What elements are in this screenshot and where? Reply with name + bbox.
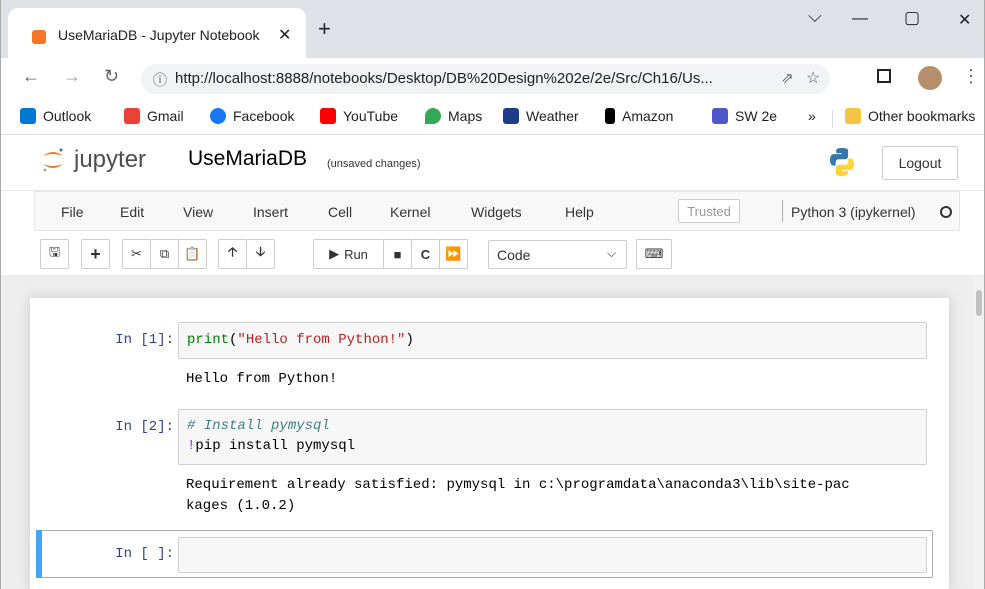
menu-dots-icon[interactable]: ⋮ xyxy=(962,66,980,87)
side-panel-icon[interactable] xyxy=(877,69,891,83)
cell-type-select[interactable]: Code ⌵ xyxy=(488,240,627,269)
save-icon: 🖫 xyxy=(48,244,61,259)
bookmarks-divider xyxy=(832,110,833,128)
jupyter-logo-icon[interactable] xyxy=(40,145,66,175)
logout-button[interactable]: Logout xyxy=(882,146,958,180)
reload-icon[interactable]: ↻ xyxy=(104,66,119,87)
bookmark-gmail[interactable]: Gmail xyxy=(124,108,184,124)
bookmark-youtube[interactable]: YouTube xyxy=(320,108,398,124)
bookmark-other[interactable]: Other bookmarks xyxy=(845,108,975,124)
browser-tab[interactable]: UseMariaDB - Jupyter Notebook ✕ xyxy=(8,8,306,58)
cut-button[interactable]: ✂ xyxy=(122,239,151,269)
stop-icon: ■ xyxy=(393,246,402,262)
kernel-name[interactable]: Python 3 (ipykernel) xyxy=(791,204,916,220)
move-up-button[interactable]: 🡡 xyxy=(218,239,247,269)
outlook-icon xyxy=(20,108,36,124)
notebook-name[interactable]: UseMariaDB xyxy=(188,147,307,171)
code-input-empty[interactable] xyxy=(178,537,927,573)
close-window-button[interactable]: ✕ xyxy=(958,10,971,30)
menu-kernel[interactable]: Kernel xyxy=(390,204,430,220)
menu-cell[interactable]: Cell xyxy=(328,204,352,220)
back-icon[interactable]: ← xyxy=(22,66,40,87)
bookmark-outlook[interactable]: Outlook xyxy=(20,108,91,124)
fast-forward-icon: ⏩ xyxy=(445,246,462,261)
bookmark-weather[interactable]: Weather xyxy=(503,108,579,124)
forward-icon[interactable]: → xyxy=(63,66,81,87)
menu-view[interactable]: View xyxy=(183,204,213,220)
jupyter-favicon-icon xyxy=(32,30,46,44)
menu-file[interactable]: File xyxy=(61,204,84,220)
bookmark-facebook[interactable]: Facebook xyxy=(210,108,294,124)
cell-prompt: In [ ]: xyxy=(115,546,174,562)
facebook-icon xyxy=(210,108,226,124)
url-text[interactable]: http://localhost:8888/notebooks/Desktop/… xyxy=(175,70,713,87)
cell-output: Hello from Python! xyxy=(186,371,338,387)
code-comment: # Install pymysql xyxy=(187,418,330,434)
scrollbar[interactable] xyxy=(973,276,985,589)
copy-icon: ⧉ xyxy=(159,246,170,261)
folder-icon xyxy=(845,108,861,124)
cell-prompt: In [2]: xyxy=(115,419,174,435)
tab-search-icon[interactable]: ⌵ xyxy=(808,6,822,27)
teams-icon xyxy=(712,108,728,124)
cell-prompt: In [1]: xyxy=(115,332,174,348)
play-icon: ▶ xyxy=(329,246,340,261)
cell-output: Requirement already satisfied: pymysql i… xyxy=(186,477,850,514)
trusted-indicator[interactable]: Trusted xyxy=(678,199,740,223)
maximize-button[interactable]: ▢ xyxy=(904,8,920,28)
share-icon[interactable]: ⇗ xyxy=(781,69,794,87)
tab-title: UseMariaDB - Jupyter Notebook xyxy=(58,27,260,43)
paste-button[interactable]: 📋 xyxy=(178,239,207,269)
insert-cell-button[interactable]: + xyxy=(81,239,110,269)
copy-button[interactable]: ⧉ xyxy=(150,239,179,269)
code-input[interactable]: # Install pymysql !pip install pymysql xyxy=(178,409,927,465)
site-info-icon[interactable]: ⓘ xyxy=(153,70,167,90)
code-string: "Hello from Python!" xyxy=(237,332,406,348)
scrollbar-thumb[interactable] xyxy=(976,290,982,316)
python-logo-icon xyxy=(830,148,854,176)
weather-icon xyxy=(503,108,519,124)
amazon-icon xyxy=(605,108,615,124)
bookmark-maps[interactable]: Maps xyxy=(425,108,482,124)
command-palette-button[interactable]: ⌨ xyxy=(636,239,672,269)
tab-close-icon[interactable]: ✕ xyxy=(278,25,291,45)
menu-edit[interactable]: Edit xyxy=(120,204,144,220)
code-input[interactable]: print("Hello from Python!") xyxy=(178,322,927,359)
youtube-icon xyxy=(320,108,336,124)
move-down-button[interactable]: 🡣 xyxy=(246,239,275,269)
scissors-icon: ✂ xyxy=(131,246,142,261)
bookmarks-overflow-button[interactable]: » xyxy=(808,108,816,124)
bookmark-star-icon[interactable]: ☆ xyxy=(806,68,820,88)
bookmark-sw2e[interactable]: SW 2e xyxy=(712,108,777,124)
kernel-divider xyxy=(782,200,783,222)
minimize-button[interactable]: — xyxy=(852,10,868,28)
address-bar[interactable]: ⓘ http://localhost:8888/notebooks/Deskto… xyxy=(141,64,830,94)
new-tab-button[interactable]: + xyxy=(318,18,331,40)
code-line: !pip install pymysql xyxy=(187,438,356,454)
menu-help[interactable]: Help xyxy=(565,204,594,220)
gmail-icon xyxy=(124,108,140,124)
maps-icon xyxy=(425,108,441,124)
run-button[interactable]: ▶ Run xyxy=(313,239,384,269)
plus-icon: + xyxy=(90,243,101,264)
menu-insert[interactable]: Insert xyxy=(253,204,288,220)
code-builtin: print xyxy=(187,332,230,348)
profile-avatar[interactable] xyxy=(918,66,942,90)
restart-run-all-button[interactable]: ⏩ xyxy=(439,239,468,269)
keyboard-icon: ⌨ xyxy=(644,246,664,261)
kernel-idle-icon xyxy=(940,206,952,218)
jupyter-logo-text: jupyter xyxy=(74,146,147,173)
interrupt-button[interactable]: ■ xyxy=(383,239,412,269)
chevron-down-icon: ⌵ xyxy=(607,246,617,260)
cell-type-value: Code xyxy=(497,247,531,263)
restart-icon: C xyxy=(420,246,431,262)
arrow-up-icon: 🡡 xyxy=(227,244,238,259)
arrow-down-icon: 🡣 xyxy=(255,244,266,259)
save-button[interactable]: 🖫 xyxy=(40,239,69,269)
bookmark-amazon[interactable]: Amazon xyxy=(605,108,673,124)
menu-widgets[interactable]: Widgets xyxy=(471,204,522,220)
save-status: (unsaved changes) xyxy=(327,158,421,170)
paste-icon: 📋 xyxy=(184,246,201,261)
restart-button[interactable]: C xyxy=(411,239,440,269)
